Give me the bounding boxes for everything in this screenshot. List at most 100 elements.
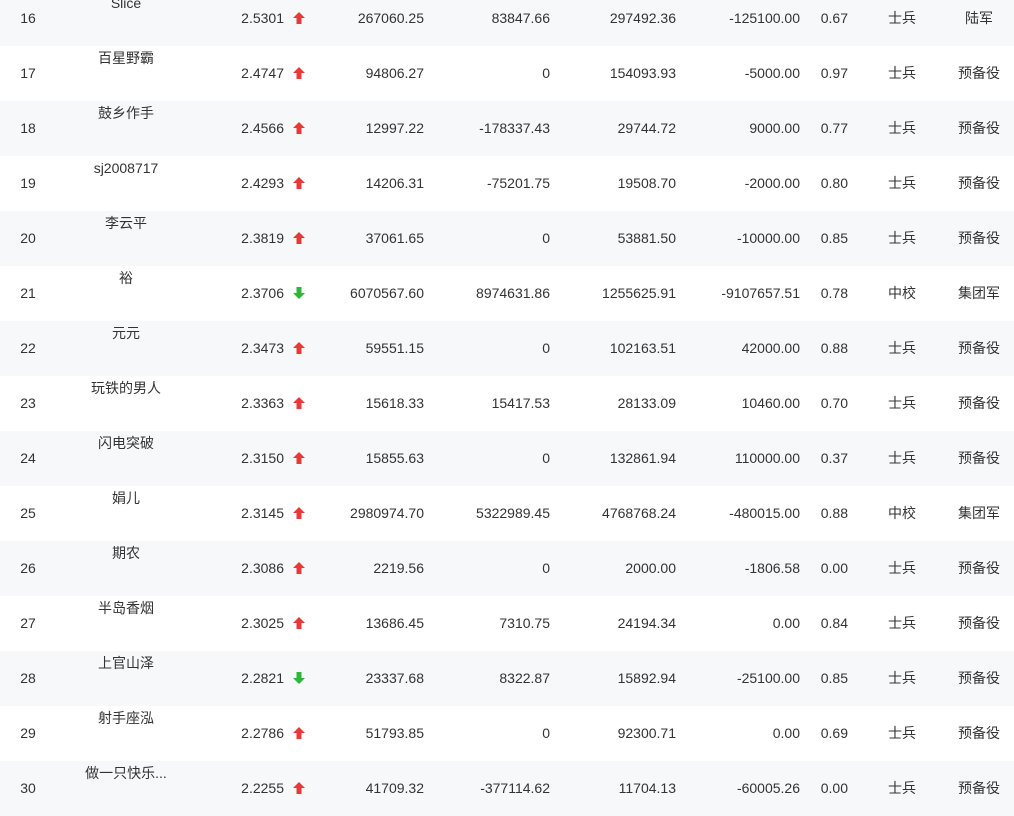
rank-cell: 27 — [20, 615, 36, 631]
ranking-table: 16 Slice 2.5301 267060.25 83847.66 297492.36 -… — [0, 0, 1014, 816]
total-assets-cell: 94806.27 — [365, 65, 424, 81]
trend-up-arrow-icon — [290, 596, 308, 651]
military-rank-cell: 士兵 — [888, 230, 916, 246]
trend-up-arrow-icon — [290, 46, 308, 101]
table-row[interactable]: 17 百星野霸 2.4747 94806.27 0 154093.93 -5000.00 0.… — [0, 46, 1014, 101]
ratio-cell: 0.97 — [820, 65, 848, 81]
username-link[interactable]: 娟儿 — [64, 491, 188, 505]
corps-cell: 预备役 — [958, 65, 1000, 81]
table-row[interactable]: 26 期农 2.3086 2219.56 0 2000.00 -1806.58 0.00 士兵 预… — [0, 541, 1014, 596]
ratio-cell: 0.00 — [820, 780, 848, 796]
total-assets-cell: 59551.15 — [365, 340, 424, 356]
corps-cell: 预备役 — [958, 670, 1000, 686]
username-link[interactable]: 闪电突破 — [64, 436, 188, 450]
rank-cell: 21 — [20, 285, 36, 301]
score-cell: 2.3706 — [241, 285, 284, 301]
username-link[interactable]: sj2008717 — [64, 161, 188, 175]
trend-up-arrow-icon — [290, 211, 308, 266]
value-col3-cell: 4768768.24 — [602, 505, 676, 521]
table-row[interactable]: 30 做一只快乐... 2.2255 41709.32 -377114.62 11704.… — [0, 761, 1014, 816]
value-col2-cell: 7310.75 — [499, 615, 550, 631]
table-row[interactable]: 16 Slice 2.5301 267060.25 83847.66 297492.36 -… — [0, 0, 1014, 46]
corps-cell: 预备役 — [958, 450, 1000, 466]
value-col2-cell: 5322989.45 — [476, 505, 550, 521]
value-col3-cell: 15892.94 — [617, 670, 676, 686]
trend-up-arrow-icon — [290, 321, 308, 376]
military-rank-cell: 士兵 — [888, 670, 916, 686]
value-col4-cell: -125100.00 — [729, 10, 800, 26]
username-link[interactable]: 上官山泽 — [64, 656, 188, 670]
total-assets-cell: 51793.85 — [365, 725, 424, 741]
value-col3-cell: 2000.00 — [625, 560, 676, 576]
value-col4-cell: 9000.00 — [749, 120, 800, 136]
total-assets-cell: 2980974.70 — [350, 505, 424, 521]
rank-cell: 17 — [20, 65, 36, 81]
value-col4-cell: -60005.26 — [736, 780, 800, 796]
table-row[interactable]: 22 元元 2.3473 59551.15 0 102163.51 42000.00 0.88… — [0, 321, 1014, 376]
military-rank-cell: 士兵 — [888, 615, 916, 631]
username-link[interactable]: 射手座泓 — [64, 711, 188, 725]
military-rank-cell: 中校 — [888, 505, 916, 521]
username-link[interactable]: 百星野霸 — [64, 51, 188, 65]
score-cell: 2.3025 — [241, 615, 284, 631]
corps-cell: 预备役 — [958, 120, 1000, 136]
table-row[interactable]: 24 闪电突破 2.3150 15855.63 0 132861.94 110000.00 0… — [0, 431, 1014, 486]
table-row[interactable]: 27 半岛香烟 2.3025 13686.45 7310.75 24194.34 0.00 0… — [0, 596, 1014, 651]
rank-cell: 20 — [20, 230, 36, 246]
military-rank-cell: 士兵 — [888, 175, 916, 191]
value-col4-cell: -480015.00 — [729, 505, 800, 521]
corps-cell: 预备役 — [958, 395, 1000, 411]
ratio-cell: 0.00 — [820, 560, 848, 576]
ratio-cell: 0.70 — [820, 395, 848, 411]
username-link[interactable]: 玩铁的男人 — [64, 381, 188, 395]
table-row[interactable]: 25 娟儿 2.3145 2980974.70 5322989.45 4768768.24… — [0, 486, 1014, 541]
username-link[interactable]: 元元 — [64, 326, 188, 340]
corps-cell: 陆军 — [965, 10, 993, 26]
username-link[interactable]: 鼓乡作手 — [64, 106, 188, 120]
value-col4-cell: 0.00 — [772, 725, 800, 741]
total-assets-cell: 41709.32 — [365, 780, 424, 796]
trend-up-arrow-icon — [290, 486, 308, 541]
rank-cell: 16 — [20, 10, 36, 26]
score-cell: 2.2821 — [241, 670, 284, 686]
table-row[interactable]: 20 李云平 2.3819 37061.65 0 53881.50 -10000.00 0.8… — [0, 211, 1014, 266]
ratio-cell: 0.84 — [820, 615, 848, 631]
corps-cell: 预备役 — [958, 230, 1000, 246]
value-col4-cell: -10000.00 — [736, 230, 800, 246]
table-row[interactable]: 29 射手座泓 2.2786 51793.85 0 92300.71 0.00 0.69 士兵 预… — [0, 706, 1014, 761]
username-link[interactable]: 裕 — [64, 271, 188, 285]
ratio-cell: 0.67 — [820, 10, 848, 26]
username-link[interactable]: 做一只快乐... — [64, 766, 188, 780]
value-col2-cell: -75201.75 — [486, 175, 550, 191]
value-col3-cell: 102163.51 — [609, 340, 676, 356]
total-assets-cell: 37061.65 — [365, 230, 424, 246]
score-cell: 2.3086 — [241, 560, 284, 576]
table-row[interactable]: 19 sj2008717 2.4293 14206.31 -75201.75 19508.… — [0, 156, 1014, 211]
username-link[interactable]: 李云平 — [64, 216, 188, 230]
value-col3-cell: 53881.50 — [617, 230, 676, 246]
score-cell: 2.2255 — [241, 780, 284, 796]
value-col4-cell: -2000.00 — [744, 175, 800, 191]
table-row[interactable]: 28 上官山泽 2.2821 23337.68 8322.87 15892.94 -2510… — [0, 651, 1014, 706]
trend-up-arrow-icon — [290, 376, 308, 431]
username-link[interactable]: 期农 — [64, 546, 188, 560]
username-link[interactable]: Slice — [64, 0, 188, 10]
ratio-cell: 0.88 — [820, 340, 848, 356]
value-col4-cell: 10460.00 — [741, 395, 800, 411]
trend-down-arrow-icon — [290, 651, 308, 706]
value-col3-cell: 28133.09 — [617, 395, 676, 411]
corps-cell: 预备役 — [958, 615, 1000, 631]
ratio-cell: 0.80 — [820, 175, 848, 191]
value-col2-cell: 0 — [542, 450, 550, 466]
ratio-cell: 0.69 — [820, 725, 848, 741]
table-row[interactable]: 21 裕 2.3706 6070567.60 8974631.86 1255625.91 -… — [0, 266, 1014, 321]
username-link[interactable]: 半岛香烟 — [64, 601, 188, 615]
military-rank-cell: 士兵 — [888, 10, 916, 26]
table-row[interactable]: 18 鼓乡作手 2.4566 12997.22 -178337.43 29744.72 90… — [0, 101, 1014, 156]
corps-cell: 预备役 — [958, 175, 1000, 191]
score-cell: 2.3473 — [241, 340, 284, 356]
value-col2-cell: 0 — [542, 65, 550, 81]
ratio-cell: 0.78 — [820, 285, 848, 301]
table-row[interactable]: 23 玩铁的男人 2.3363 15618.33 15417.53 28133.09 104… — [0, 376, 1014, 431]
trend-up-arrow-icon — [290, 0, 308, 46]
